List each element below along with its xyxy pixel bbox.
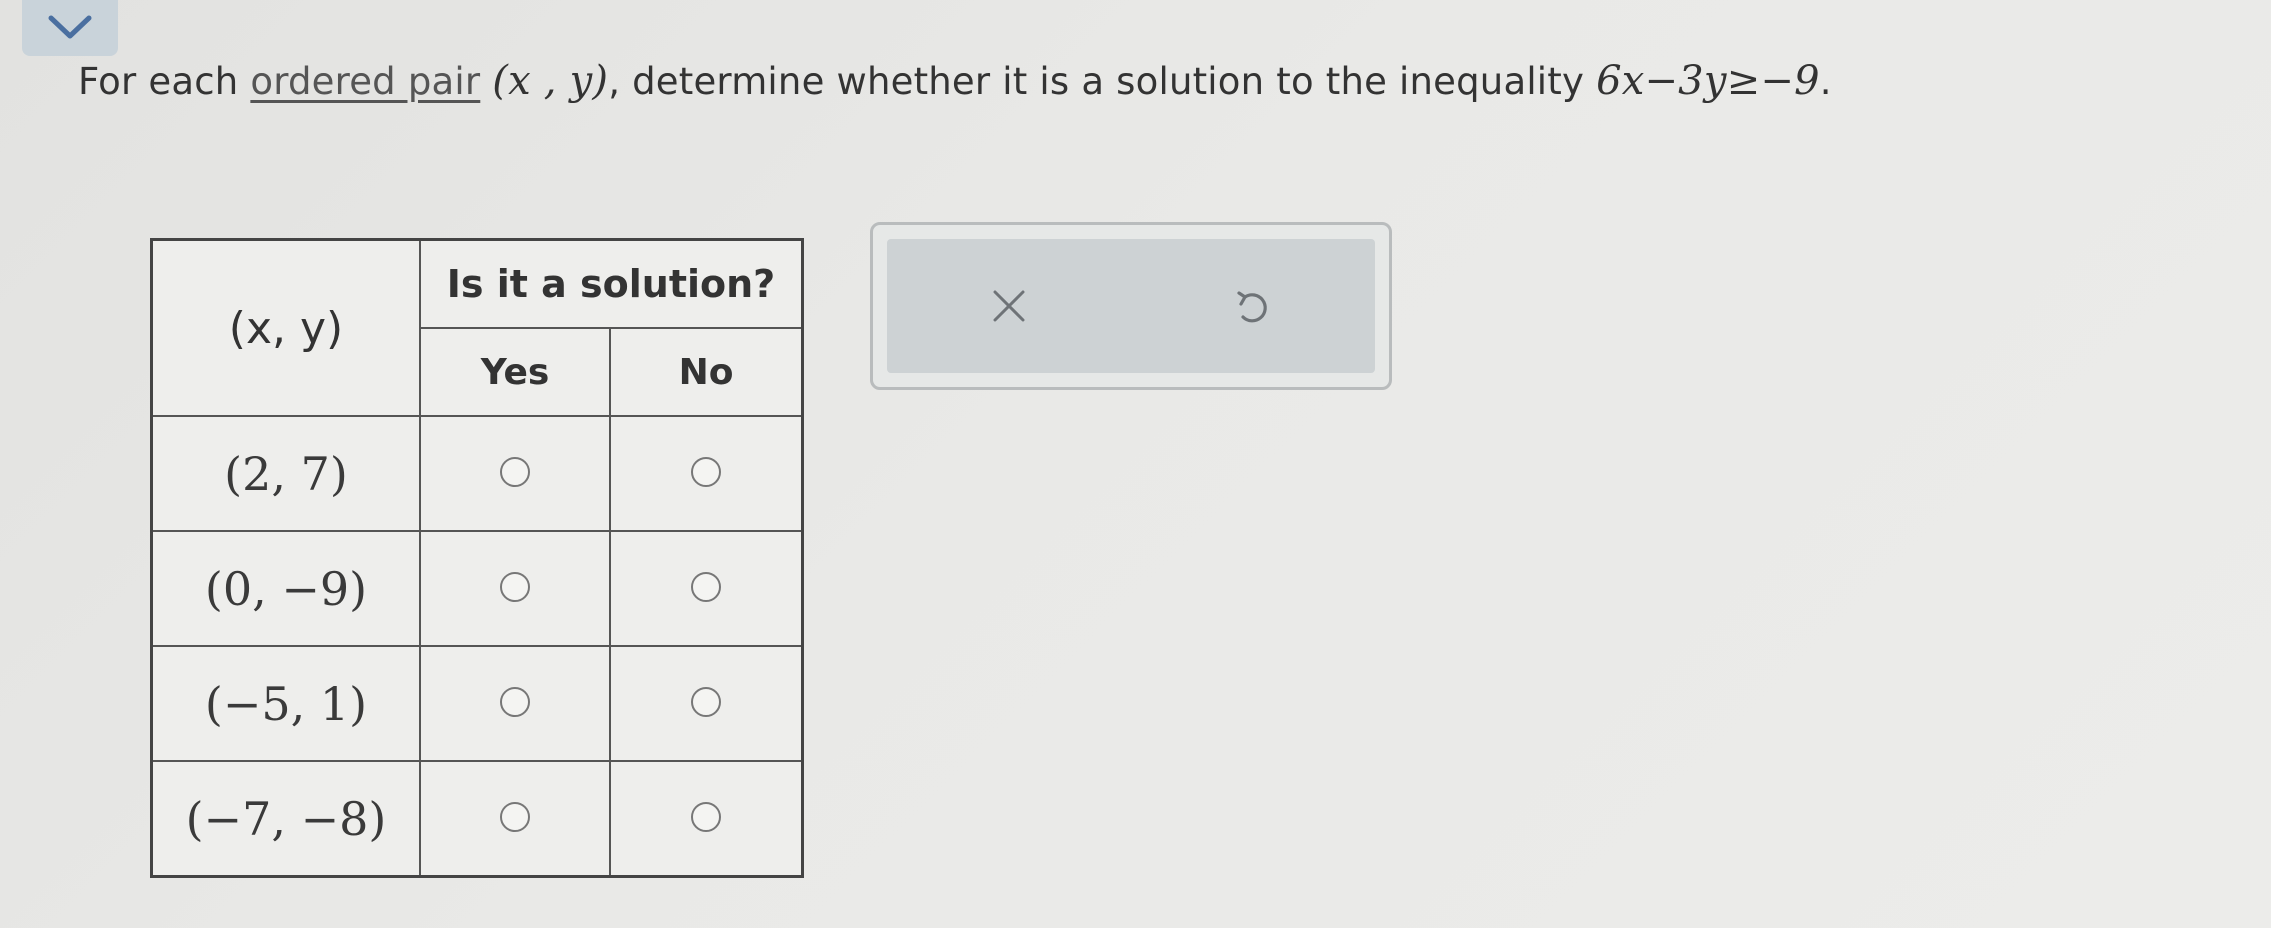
undo-button[interactable] (1213, 266, 1293, 346)
action-bar (887, 239, 1375, 373)
no-cell (609, 530, 804, 647)
yes-radio[interactable] (500, 571, 530, 602)
no-radio[interactable] (691, 571, 721, 602)
action-panel (870, 222, 1392, 390)
ordered-pair-link[interactable]: ordered pair (250, 60, 480, 103)
yes-header: Yes (419, 327, 611, 417)
no-radio[interactable] (691, 456, 721, 487)
no-header: No (609, 327, 804, 417)
yes-cell (419, 530, 611, 647)
xy-header: (x, y) (150, 238, 421, 417)
pair-cell: (0, −9) (150, 530, 421, 647)
yes-radio[interactable] (500, 801, 530, 832)
no-cell (609, 645, 804, 762)
question-pair: (x , y) (492, 58, 609, 104)
header-row: (x, y) Is it a solution? (150, 238, 804, 417)
pair-cell: (−5, 1) (150, 645, 421, 762)
question-middle: , determine whether it is a solution to … (608, 60, 1597, 103)
clear-button[interactable] (969, 266, 1049, 346)
table-row: (−7, −8) (150, 760, 804, 878)
table-row: (−5, 1) (150, 645, 804, 762)
pair-cell: (2, 7) (150, 415, 421, 532)
pair-cell: (−7, −8) (150, 760, 421, 878)
question-prefix: For each (78, 60, 251, 103)
close-icon (993, 290, 1025, 322)
solution-header: Is it a solution? (419, 238, 804, 329)
yes-cell (419, 645, 611, 762)
yes-cell (419, 415, 611, 532)
solution-table: (x, y) Is it a solution? Yes No (2, 7) (… (150, 238, 804, 878)
yes-cell (419, 760, 611, 878)
no-cell (609, 760, 804, 878)
chevron-down-icon (48, 15, 92, 39)
no-radio[interactable] (691, 686, 721, 717)
collapse-button[interactable] (22, 0, 118, 56)
inequality: 6x−3y≥−9 (1596, 58, 1820, 104)
no-cell (609, 415, 804, 532)
table-row: (2, 7) (150, 415, 804, 532)
no-radio[interactable] (691, 801, 721, 832)
yes-radio[interactable] (500, 686, 530, 717)
yes-radio[interactable] (500, 456, 530, 487)
undo-icon (1237, 291, 1267, 323)
question-text: For each ordered pair (x , y), determine… (78, 58, 1832, 104)
question-suffix: . (1819, 60, 1832, 103)
table-row: (0, −9) (150, 530, 804, 647)
